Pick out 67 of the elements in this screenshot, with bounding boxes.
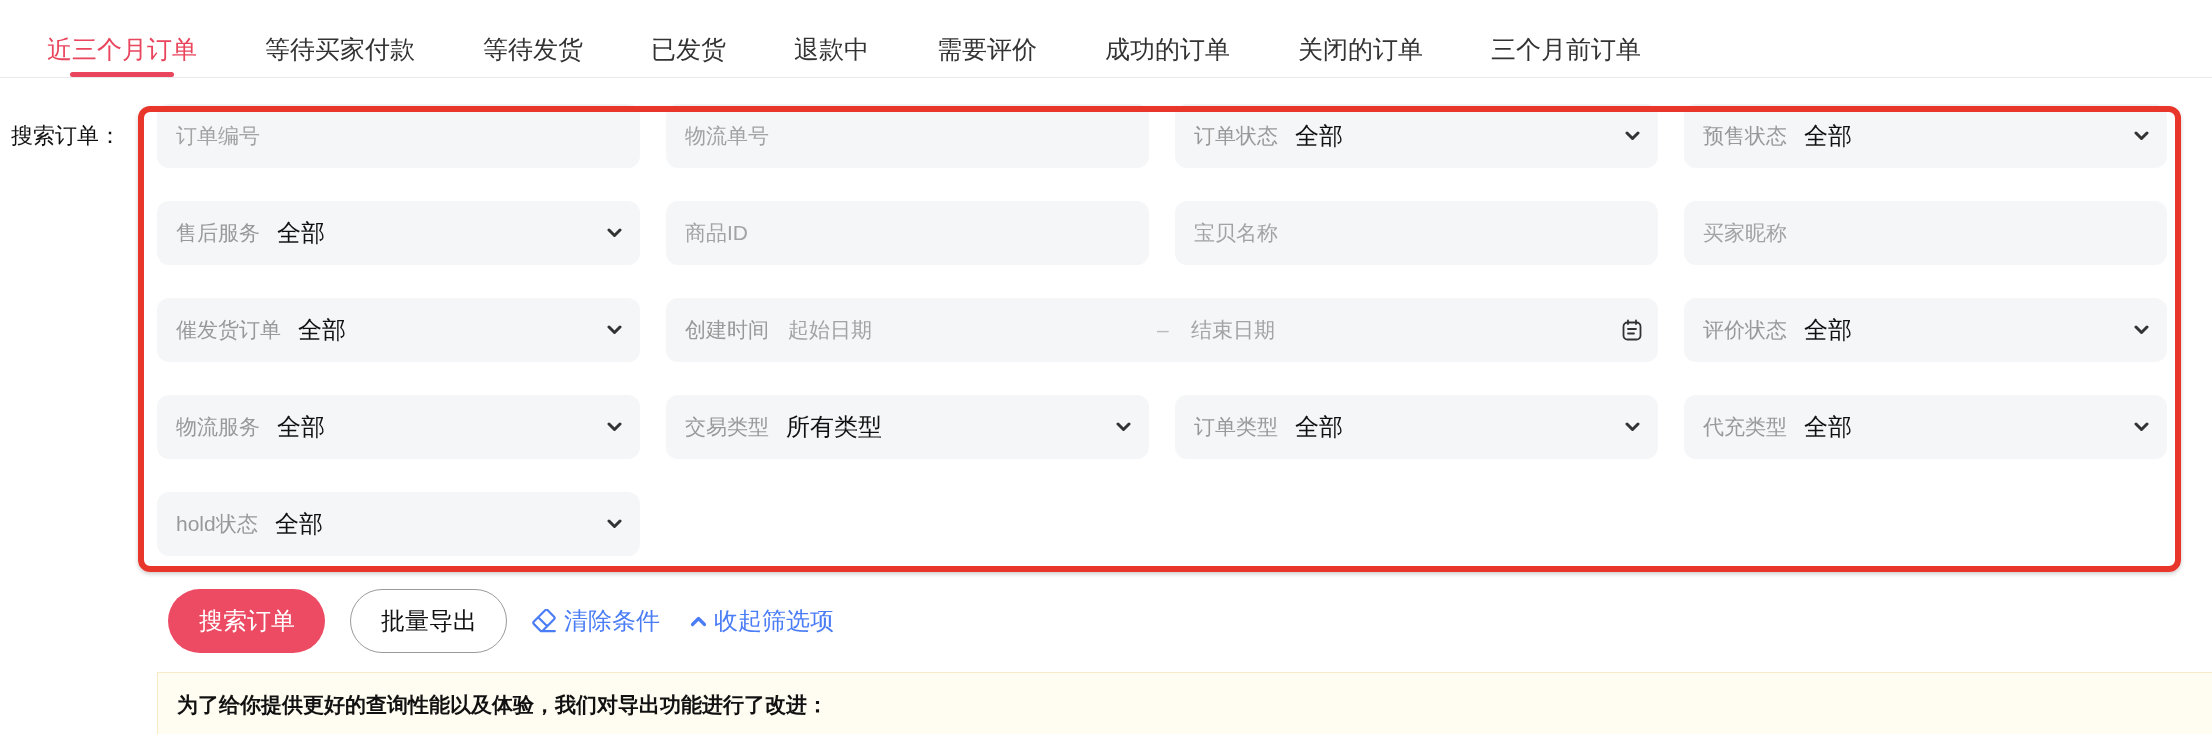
tab[interactable]: 等待发货 [449,0,617,77]
text-field[interactable]: 宝贝名称 [1175,201,1658,265]
dropdown-value: 全部 [1295,412,1343,442]
clear-conditions-link[interactable]: 清除条件 [532,605,660,637]
collapse-filters-link[interactable]: 收起筛选项 [690,605,834,637]
tab[interactable]: 成功的订单 [1071,0,1264,77]
field-label: 评价状态 [1703,317,1787,343]
dropdown[interactable]: 预售状态 全部 [1684,104,2167,168]
dropdown-value: 全部 [277,412,325,442]
caret-up-icon [690,615,707,627]
field-label: 催发货订单 [176,317,281,343]
dropdown[interactable]: 订单状态 全部 [1175,104,1658,168]
text-field[interactable]: 订单编号 [157,104,640,168]
field-label: 预售状态 [1703,123,1787,149]
tab[interactable]: 需要评价 [903,0,1071,77]
dropdown-value: 所有类型 [786,412,882,442]
start-date-input[interactable]: 起始日期 [788,315,1150,345]
dropdown-value: 全部 [1804,121,1852,151]
search-label: 搜索订单： [11,122,121,150]
field-label: 订单类型 [1194,414,1278,440]
chevron-down-icon [2134,422,2149,432]
dropdown-value: 全部 [274,509,323,539]
chevron-down-icon [1625,131,1640,141]
dropdown[interactable]: 评价状态 全部 [1684,298,2167,362]
dropdown[interactable]: 售后服务 全部 [157,201,640,265]
chevron-down-icon [2134,131,2149,141]
tab[interactable]: 退款中 [760,0,903,77]
dropdown[interactable]: 代充类型 全部 [1684,395,2167,459]
tab[interactable]: 已发货 [617,0,760,77]
tab[interactable]: 等待买家付款 [231,0,449,77]
chevron-down-icon [607,228,622,238]
chevron-down-icon [1116,422,1131,432]
chevron-down-icon [607,519,622,529]
field-label: 代充类型 [1703,414,1787,440]
field-label: 物流服务 [176,414,260,440]
export-button[interactable]: 批量导出 [350,589,507,653]
dropdown-value: 全部 [298,315,346,345]
tab[interactable]: 近三个月订单 [13,0,231,77]
dropdown-value: 全部 [1295,121,1343,151]
tab[interactable]: 关闭的订单 [1264,0,1457,77]
dropdown[interactable]: hold状态 全部 [157,492,640,556]
field-label: 创建时间 [685,317,769,343]
end-date-input[interactable]: 结束日期 [1190,315,1613,345]
dropdown[interactable]: 催发货订单 全部 [157,298,640,362]
field-label: 售后服务 [176,220,260,246]
field-label: 订单状态 [1194,123,1278,149]
field-label: 交易类型 [685,414,769,440]
text-field[interactable]: 商品ID [666,201,1149,265]
eraser-icon [532,609,556,633]
dropdown[interactable]: 订单类型 全部 [1175,395,1658,459]
dropdown[interactable]: 交易类型 所有类型 [666,395,1149,459]
notice-text: 为了给你提供更好的查询性能以及体验，我们对导出功能进行了改进： [177,693,828,716]
chevron-down-icon [607,325,622,335]
text-field[interactable]: 物流单号 [666,104,1149,168]
dropdown-value: 全部 [1804,412,1852,442]
text-field[interactable]: 买家昵称 [1684,201,2167,265]
chevron-down-icon [607,422,622,432]
dropdown-value: 全部 [277,218,325,248]
range-separator: – [1157,318,1169,342]
chevron-down-icon [1625,422,1640,432]
chevron-down-icon [2134,325,2149,335]
dropdown-value: 全部 [1804,315,1852,345]
search-button[interactable]: 搜索订单 [168,589,325,653]
calendar-icon [1621,319,1643,341]
dropdown[interactable]: 物流服务 全部 [157,395,640,459]
tab[interactable]: 三个月前订单 [1457,0,1675,77]
field-label: hold状态 [176,511,258,537]
